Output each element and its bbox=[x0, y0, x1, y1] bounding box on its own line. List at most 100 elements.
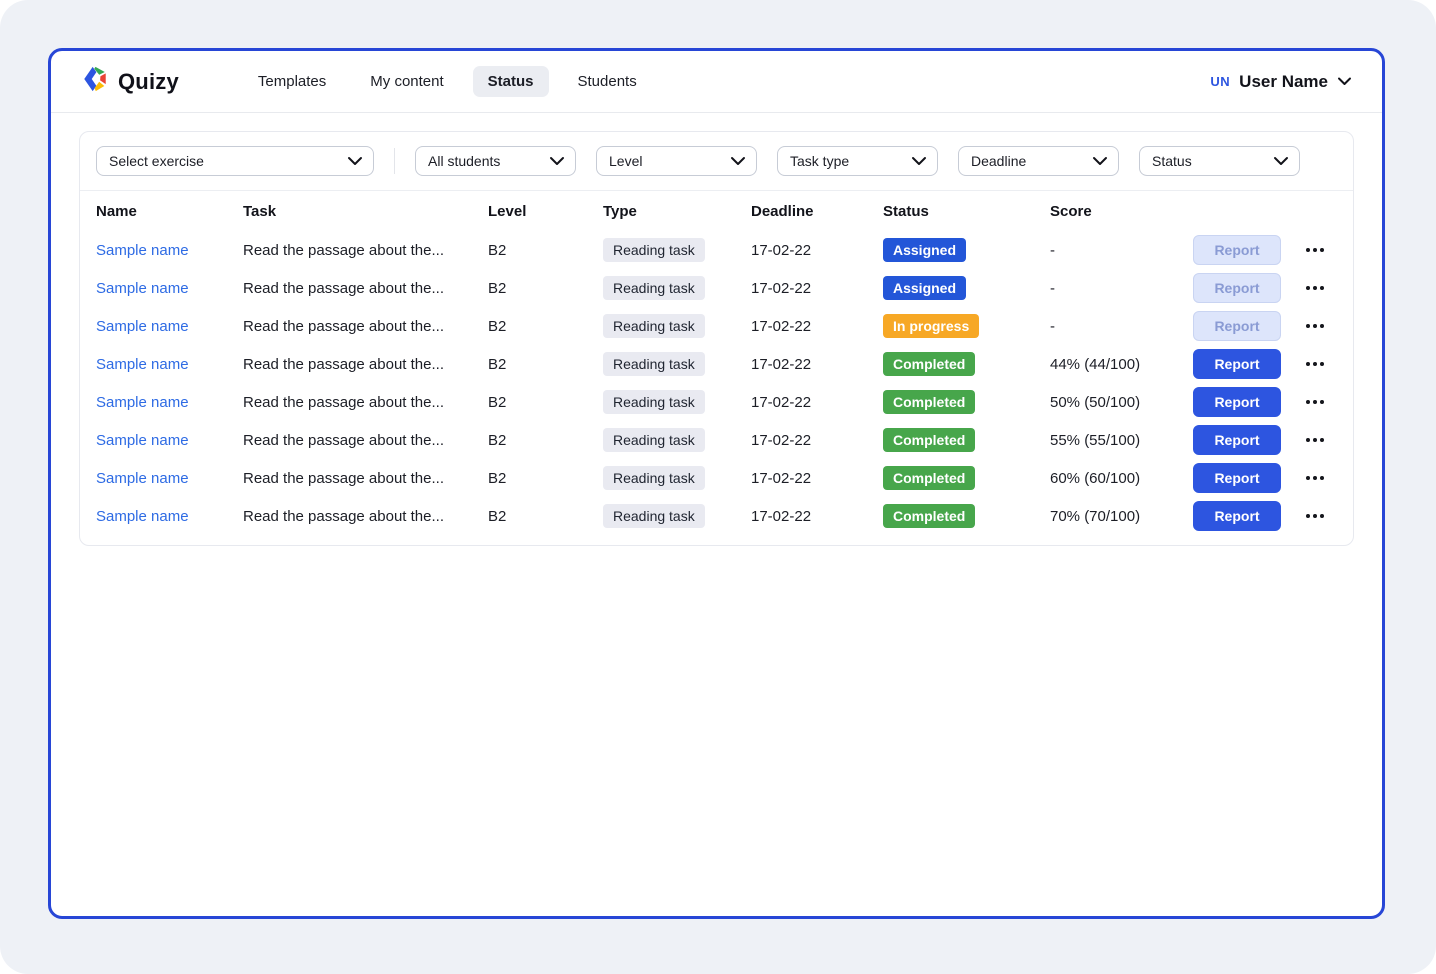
student-name-link[interactable]: Sample name bbox=[96, 242, 243, 259]
score-value: - bbox=[1050, 318, 1193, 335]
status-badge: Assigned bbox=[883, 238, 966, 262]
user-initials: UN bbox=[1210, 74, 1230, 89]
task-type-badge: Reading task bbox=[603, 428, 705, 452]
report-button[interactable]: Report bbox=[1193, 501, 1281, 531]
row-menu-button[interactable] bbox=[1293, 356, 1337, 372]
filter-divider bbox=[394, 148, 395, 174]
task-type-badge: Reading task bbox=[603, 466, 705, 490]
deadline-value: 17-02-22 bbox=[751, 242, 883, 259]
report-button[interactable]: Report bbox=[1193, 463, 1281, 493]
level-value: B2 bbox=[488, 280, 603, 297]
score-value: 60% (60/100) bbox=[1050, 470, 1193, 487]
task-type-badge: Reading task bbox=[603, 504, 705, 528]
row-menu-button[interactable] bbox=[1293, 318, 1337, 334]
chevron-down-icon bbox=[1337, 73, 1352, 91]
task-type-badge: Reading task bbox=[603, 352, 705, 376]
task-title: Read the passage about the... bbox=[243, 508, 488, 525]
score-value: - bbox=[1050, 242, 1193, 259]
user-menu[interactable]: UN User Name bbox=[1210, 72, 1352, 92]
deadline-value: 17-02-22 bbox=[751, 318, 883, 335]
student-name-link[interactable]: Sample name bbox=[96, 394, 243, 411]
filter-level[interactable]: Level bbox=[596, 146, 757, 176]
score-value: 44% (44/100) bbox=[1050, 356, 1193, 373]
task-title: Read the passage about the... bbox=[243, 318, 488, 335]
score-value: - bbox=[1050, 280, 1193, 297]
deadline-value: 17-02-22 bbox=[751, 470, 883, 487]
table-row: Sample name Read the passage about the..… bbox=[80, 269, 1353, 307]
row-menu-button[interactable] bbox=[1293, 432, 1337, 448]
student-name-link[interactable]: Sample name bbox=[96, 508, 243, 525]
task-title: Read the passage about the... bbox=[243, 242, 488, 259]
student-name-link[interactable]: Sample name bbox=[96, 470, 243, 487]
deadline-value: 17-02-22 bbox=[751, 280, 883, 297]
filter-deadline[interactable]: Deadline bbox=[958, 146, 1119, 176]
filter-task-type[interactable]: Task type bbox=[777, 146, 938, 176]
column-header-type: Type bbox=[603, 203, 751, 220]
filter-select-exercise[interactable]: Select exercise bbox=[96, 146, 374, 176]
chevron-down-icon bbox=[347, 153, 363, 169]
deadline-value: 17-02-22 bbox=[751, 432, 883, 449]
status-badge: Completed bbox=[883, 352, 975, 376]
task-title: Read the passage about the... bbox=[243, 280, 488, 297]
student-name-link[interactable]: Sample name bbox=[96, 356, 243, 373]
student-name-link[interactable]: Sample name bbox=[96, 318, 243, 335]
column-header-task: Task bbox=[243, 203, 488, 220]
report-button[interactable]: Report bbox=[1193, 387, 1281, 417]
filter-all-students[interactable]: All students bbox=[415, 146, 576, 176]
level-value: B2 bbox=[488, 356, 603, 373]
level-value: B2 bbox=[488, 470, 603, 487]
table-row: Sample name Read the passage about the..… bbox=[80, 459, 1353, 497]
student-name-link[interactable]: Sample name bbox=[96, 432, 243, 449]
column-header-level: Level bbox=[488, 203, 603, 220]
status-badge: Assigned bbox=[883, 276, 966, 300]
top-bar: Quizy Templates My content Status Studen… bbox=[51, 51, 1382, 113]
filter-status[interactable]: Status bbox=[1139, 146, 1300, 176]
app-window: Quizy Templates My content Status Studen… bbox=[48, 48, 1385, 919]
column-header-score: Score bbox=[1050, 203, 1193, 220]
table-row: Sample name Read the passage about the..… bbox=[80, 307, 1353, 345]
task-type-badge: Reading task bbox=[603, 238, 705, 262]
score-value: 70% (70/100) bbox=[1050, 508, 1193, 525]
report-button[interactable]: Report bbox=[1193, 425, 1281, 455]
column-header-name: Name bbox=[96, 203, 243, 220]
student-name-link[interactable]: Sample name bbox=[96, 280, 243, 297]
table-row: Sample name Read the passage about the..… bbox=[80, 345, 1353, 383]
nav-tab-status[interactable]: Status bbox=[473, 66, 549, 97]
status-badge: Completed bbox=[883, 390, 975, 414]
table-row: Sample name Read the passage about the..… bbox=[80, 231, 1353, 269]
row-menu-button[interactable] bbox=[1293, 394, 1337, 410]
chevron-down-icon bbox=[1273, 153, 1289, 169]
level-value: B2 bbox=[488, 242, 603, 259]
score-value: 50% (50/100) bbox=[1050, 394, 1193, 411]
task-type-badge: Reading task bbox=[603, 314, 705, 338]
score-value: 55% (55/100) bbox=[1050, 432, 1193, 449]
row-menu-button[interactable] bbox=[1293, 242, 1337, 258]
deadline-value: 17-02-22 bbox=[751, 356, 883, 373]
level-value: B2 bbox=[488, 508, 603, 525]
nav-tab-templates[interactable]: Templates bbox=[243, 66, 341, 97]
task-type-badge: Reading task bbox=[603, 276, 705, 300]
status-panel: Select exercise All students Level Task … bbox=[79, 131, 1354, 546]
table-row: Sample name Read the passage about the..… bbox=[80, 497, 1353, 535]
row-menu-button[interactable] bbox=[1293, 280, 1337, 296]
task-type-badge: Reading task bbox=[603, 390, 705, 414]
status-badge: In progress bbox=[883, 314, 979, 338]
column-header-status: Status bbox=[883, 203, 1050, 220]
table-header-row: Name Task Level Type Deadline Status Sco… bbox=[80, 191, 1353, 231]
deadline-value: 17-02-22 bbox=[751, 508, 883, 525]
quizy-logo-icon bbox=[81, 65, 109, 98]
report-button: Report bbox=[1193, 235, 1281, 265]
chevron-down-icon bbox=[1092, 153, 1108, 169]
main-nav: Templates My content Status Students bbox=[243, 66, 652, 97]
task-title: Read the passage about the... bbox=[243, 470, 488, 487]
nav-tab-students[interactable]: Students bbox=[563, 66, 652, 97]
level-value: B2 bbox=[488, 394, 603, 411]
row-menu-button[interactable] bbox=[1293, 508, 1337, 524]
nav-tab-my-content[interactable]: My content bbox=[355, 66, 458, 97]
task-title: Read the passage about the... bbox=[243, 432, 488, 449]
brand-logo[interactable]: Quizy bbox=[81, 65, 179, 98]
brand-name: Quizy bbox=[118, 69, 179, 95]
report-button[interactable]: Report bbox=[1193, 349, 1281, 379]
level-value: B2 bbox=[488, 432, 603, 449]
row-menu-button[interactable] bbox=[1293, 470, 1337, 486]
